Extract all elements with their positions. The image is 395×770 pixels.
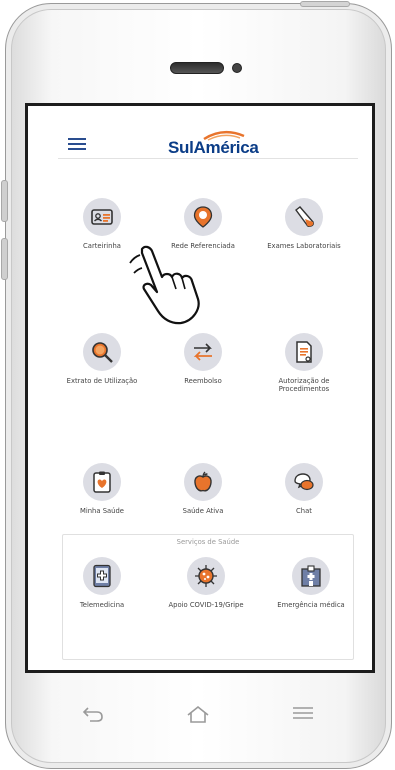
phone-camera: [232, 63, 242, 73]
menu-item-label: Chat: [296, 507, 312, 515]
pointing-hand-icon: [129, 245, 200, 325]
menu-item-carteirinha[interactable]: Carteirinha: [57, 198, 147, 250]
menu-item-rede-referenciada[interactable]: Rede Referenciada: [158, 198, 248, 250]
hospital-icon: [292, 557, 330, 595]
back-arrow-icon[interactable]: [82, 705, 104, 727]
services-section: Serviços de Saúde Telemedicina Apoio COV…: [62, 534, 354, 660]
menu-item-chat[interactable]: Chat: [259, 463, 349, 515]
menu-item-label: Minha Saúde: [80, 507, 124, 515]
service-item-label: Apoio COVID-19/Gripe: [168, 601, 244, 609]
id-card-icon: [83, 198, 121, 236]
menu-item-autorizacao-de-procedimentos[interactable]: Autorização de Procedimentos: [259, 333, 349, 393]
chat-bubbles-icon: [285, 463, 323, 501]
document-icon: [285, 333, 323, 371]
menu-item-label: Extrato de Utilização: [66, 377, 138, 385]
menu-item-saude-ativa[interactable]: Saúde Ativa: [158, 463, 248, 515]
service-item-label: Telemedicina: [79, 601, 125, 609]
menu-item-exames-laboratoriais[interactable]: Exames Laboratoriais: [259, 198, 349, 250]
menu-item-reembolso[interactable]: Reembolso: [158, 333, 248, 385]
services-title: Serviços de Saúde: [63, 529, 353, 548]
services-title-text: Serviços de Saúde: [168, 538, 248, 546]
service-item-emergencia-medica[interactable]: Emergência médica: [266, 557, 356, 609]
map-pin-icon: [184, 198, 222, 236]
apple-icon: [184, 463, 222, 501]
phone-side-button: [1, 238, 8, 280]
swap-arrows-icon: [184, 333, 222, 371]
hamburger-icon[interactable]: [68, 138, 86, 150]
menu-item-extrato-de-utilizacao[interactable]: Extrato de Utilização: [57, 333, 147, 385]
tablet-medical-icon: [83, 557, 121, 595]
magnifier-icon: [83, 333, 121, 371]
menu-item-label: Rede Referenciada: [171, 242, 235, 250]
clipboard-heart-icon: [83, 463, 121, 501]
menu-item-label: Autorização de Procedimentos: [278, 377, 330, 393]
service-item-label: Emergência médica: [277, 601, 345, 609]
phone-top-button: [300, 1, 350, 7]
menu-item-label: Exames Laboratoriais: [267, 242, 341, 250]
service-item-telemedicina[interactable]: Telemedicina: [57, 557, 147, 609]
menu-item-label: Reembolso: [184, 377, 222, 385]
phone-side-button: [1, 180, 8, 222]
menu-item-label: Saúde Ativa: [182, 507, 224, 515]
app-screen: SulAmérica Carteirinha Rede Referenciada…: [25, 103, 375, 673]
service-item-apoio-covid[interactable]: Apoio COVID-19/Gripe: [161, 557, 251, 609]
sulamerica-logo: SulAmérica: [168, 126, 268, 162]
home-icon[interactable]: [186, 705, 210, 727]
test-tube-icon: [285, 198, 323, 236]
menu-item-label: Carteirinha: [83, 242, 121, 250]
menu-item-minha-saude[interactable]: Minha Saúde: [57, 463, 147, 515]
virus-icon: [187, 557, 225, 595]
phone-speaker: [170, 62, 224, 74]
header-divider: [58, 158, 358, 159]
brand-name: SulAmérica: [168, 138, 259, 157]
menu-lines-icon[interactable]: [292, 705, 314, 725]
